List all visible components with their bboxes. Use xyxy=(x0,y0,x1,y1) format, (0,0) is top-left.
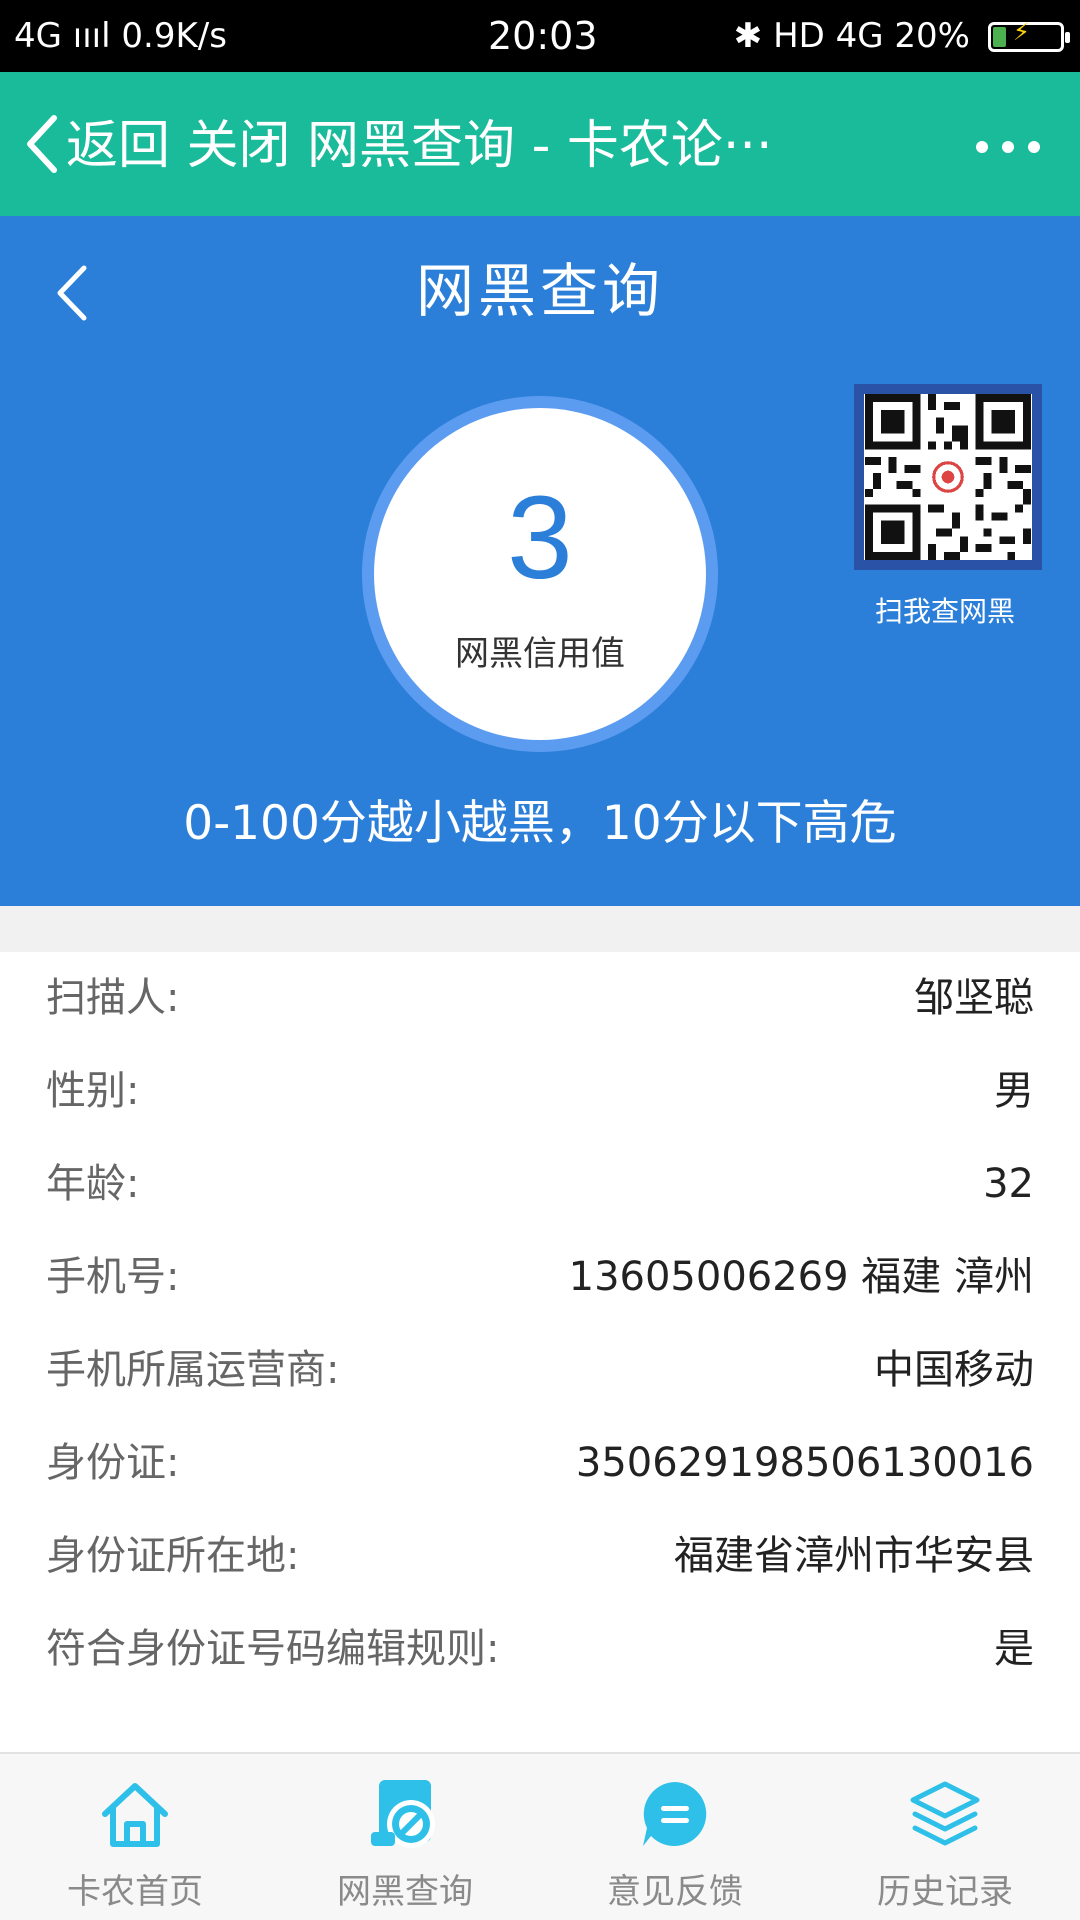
battery-icon: ⚡ xyxy=(988,18,1070,52)
more-menu-icon[interactable] xyxy=(950,132,1040,162)
tab-label: 卡农首页 xyxy=(67,1872,203,1912)
tab-label: 意见反馈 xyxy=(607,1872,743,1912)
info-label: 年龄: xyxy=(46,1161,140,1207)
status-indicators: ✱ HD 4G 20% xyxy=(733,16,970,56)
info-value: 350629198506130016 xyxy=(575,1440,1034,1486)
info-value: 13605006269 福建 漳州 xyxy=(568,1254,1034,1300)
bottom-tab-bar: 卡农首页 网黑查询 意见反馈 历史记录 xyxy=(0,1752,1080,1920)
score-circle: 3 网黑信用值 xyxy=(374,408,706,740)
info-label: 符合身份证号码编辑规则: xyxy=(46,1626,500,1672)
info-row-phone: 手机号: 13605006269 福建 漳州 xyxy=(0,1231,1080,1324)
info-row-age: 年龄: 32 xyxy=(0,1138,1080,1231)
tab-label: 网黑查询 xyxy=(337,1872,473,1912)
score-header: 网黑查询 3 网黑信用值 扫我查网黑 0-100分越小越黑，10分以下高危 xyxy=(0,216,1080,906)
info-value: 男 xyxy=(994,1068,1034,1114)
search-doc-icon xyxy=(371,1780,435,1848)
info-label: 手机所属运营商: xyxy=(46,1347,340,1393)
info-label: 身份证: xyxy=(46,1440,180,1486)
info-row-scanner: 扫描人: 邹坚聪 xyxy=(0,952,1080,1045)
tab-home[interactable]: 卡农首页 xyxy=(0,1754,270,1920)
info-row-gender: 性别: 男 xyxy=(0,1045,1080,1138)
status-signal: 4G ıııl 0.9K/s xyxy=(14,16,227,56)
info-row-id-location: 身份证所在地: 福建省漳州市华安县 xyxy=(0,1510,1080,1603)
section-divider xyxy=(0,906,1080,952)
score-hint: 0-100分越小越黑，10分以下高危 xyxy=(183,796,897,851)
info-value: 是 xyxy=(994,1626,1034,1672)
charging-bolt-icon: ⚡ xyxy=(1013,18,1030,46)
qr-code[interactable] xyxy=(854,384,1042,570)
home-icon xyxy=(102,1783,168,1847)
layers-icon xyxy=(910,1781,980,1846)
info-label: 手机号: xyxy=(46,1254,180,1300)
info-row-id-valid: 符合身份证号码编辑规则: 是 xyxy=(0,1603,1080,1696)
info-value: 福建省漳州市华安县 xyxy=(674,1533,1034,1579)
browser-title-bar: 返回 关闭 网黑查询 - 卡农论··· xyxy=(0,72,1080,216)
info-value: 邹坚聪 xyxy=(914,975,1034,1021)
info-label: 性别: xyxy=(46,1068,140,1114)
info-value: 32 xyxy=(983,1161,1034,1207)
info-label: 扫描人: xyxy=(46,975,180,1021)
feedback-icon xyxy=(643,1782,707,1846)
info-list: 扫描人: 邹坚聪 性别: 男 年龄: 32 手机号: 13605006269 福… xyxy=(0,952,1080,1696)
info-row-carrier: 手机所属运营商: 中国移动 xyxy=(0,1324,1080,1417)
info-value: 中国移动 xyxy=(874,1347,1034,1393)
browser-title[interactable]: 返回 关闭 网黑查询 - 卡农论··· xyxy=(66,116,772,176)
tab-history[interactable]: 历史记录 xyxy=(810,1754,1080,1920)
credit-score-label: 网黑信用值 xyxy=(455,634,625,674)
battery-level-fill xyxy=(993,27,1007,47)
back-chevron-icon[interactable] xyxy=(18,112,68,176)
qr-code-label: 扫我查网黑 xyxy=(874,595,1015,628)
credit-score: 3 xyxy=(507,472,573,604)
qr-code-icon xyxy=(864,394,1032,560)
status-bar: 4G ıııl 0.9K/s 20:03 ✱ HD 4G 20% ⚡ xyxy=(0,0,1080,72)
status-time: 20:03 xyxy=(488,14,598,58)
info-label: 身份证所在地: xyxy=(46,1533,300,1579)
tab-label: 历史记录 xyxy=(877,1872,1013,1912)
tab-blacklist-query[interactable]: 网黑查询 xyxy=(270,1754,540,1920)
page-title: 网黑查询 xyxy=(415,257,664,325)
score-ring: 3 网黑信用值 xyxy=(362,396,718,752)
tab-feedback[interactable]: 意见反馈 xyxy=(540,1754,810,1920)
info-row-id-number: 身份证: 350629198506130016 xyxy=(0,1417,1080,1510)
